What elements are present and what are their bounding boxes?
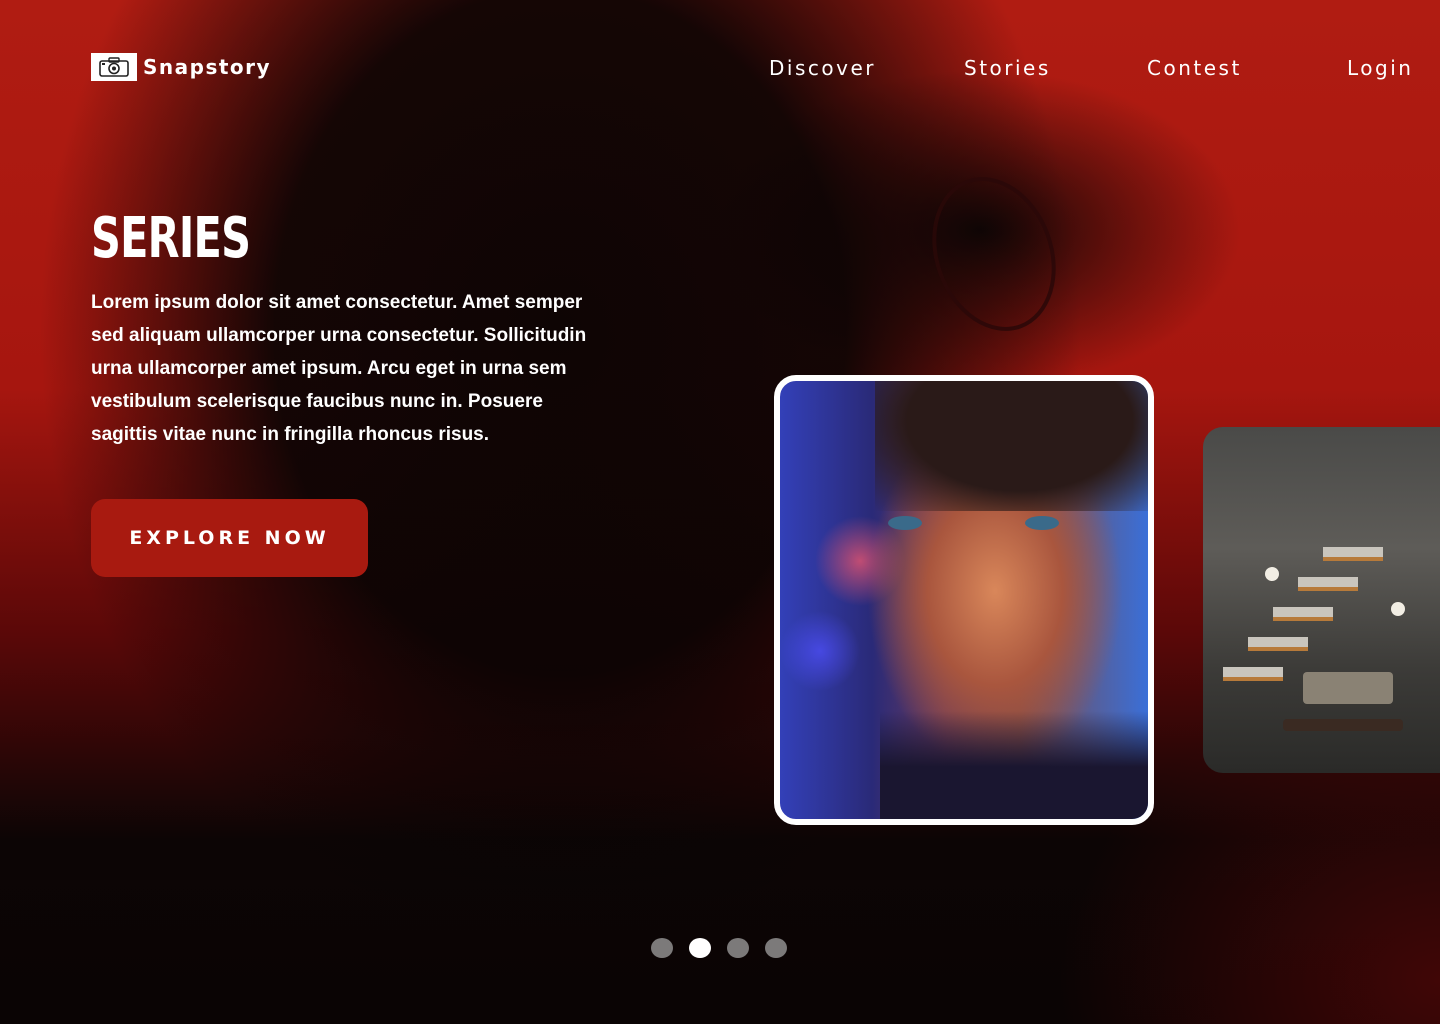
hero-title: SERIES — [91, 206, 251, 271]
stair-step — [1298, 577, 1358, 591]
carousel-pagination — [651, 938, 787, 958]
carousel-slide-active[interactable] — [774, 375, 1154, 825]
camera-icon — [91, 53, 137, 81]
carousel-dot-4[interactable] — [765, 938, 787, 958]
carousel-dot-3[interactable] — [727, 938, 749, 958]
nav-contest[interactable]: Contest — [1147, 56, 1242, 80]
stair-step — [1273, 607, 1333, 621]
pendant-lamp — [1391, 602, 1405, 616]
nav-login[interactable]: Login — [1347, 56, 1413, 80]
stair-step — [1223, 667, 1283, 681]
logo-text: Snapstory — [143, 55, 272, 79]
stair-step — [1248, 637, 1308, 651]
coffee-table — [1283, 719, 1403, 731]
nav-stories[interactable]: Stories — [964, 56, 1051, 80]
portrait-eye-right — [1025, 516, 1059, 530]
carousel-dot-2[interactable] — [689, 938, 711, 958]
carousel-dot-1[interactable] — [651, 938, 673, 958]
explore-now-button[interactable]: EXPLORE NOW — [91, 499, 368, 577]
nav-discover[interactable]: Discover — [769, 56, 876, 80]
logo[interactable]: Snapstory — [91, 53, 271, 81]
portrait-coat — [880, 711, 1148, 819]
portrait-photo — [875, 381, 1148, 511]
stair-step — [1323, 547, 1383, 561]
carousel-slide-next[interactable] — [1203, 427, 1440, 773]
pendant-lamp — [1265, 567, 1279, 581]
portrait-eye-left — [888, 516, 922, 530]
hero-description: Lorem ipsum dolor sit amet consectetur. … — [91, 292, 587, 445]
sofa — [1303, 672, 1393, 704]
